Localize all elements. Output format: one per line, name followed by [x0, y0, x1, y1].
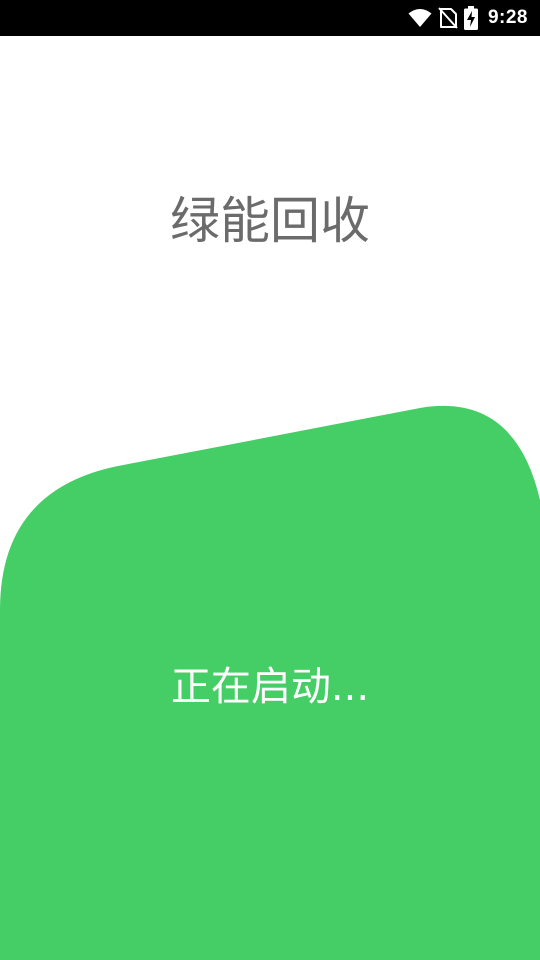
loading-status-text: 正在启动... [170, 664, 370, 710]
splash-screen: 9:28 绿能回收 正在启动... [0, 0, 540, 960]
green-background-shape [0, 405, 540, 960]
